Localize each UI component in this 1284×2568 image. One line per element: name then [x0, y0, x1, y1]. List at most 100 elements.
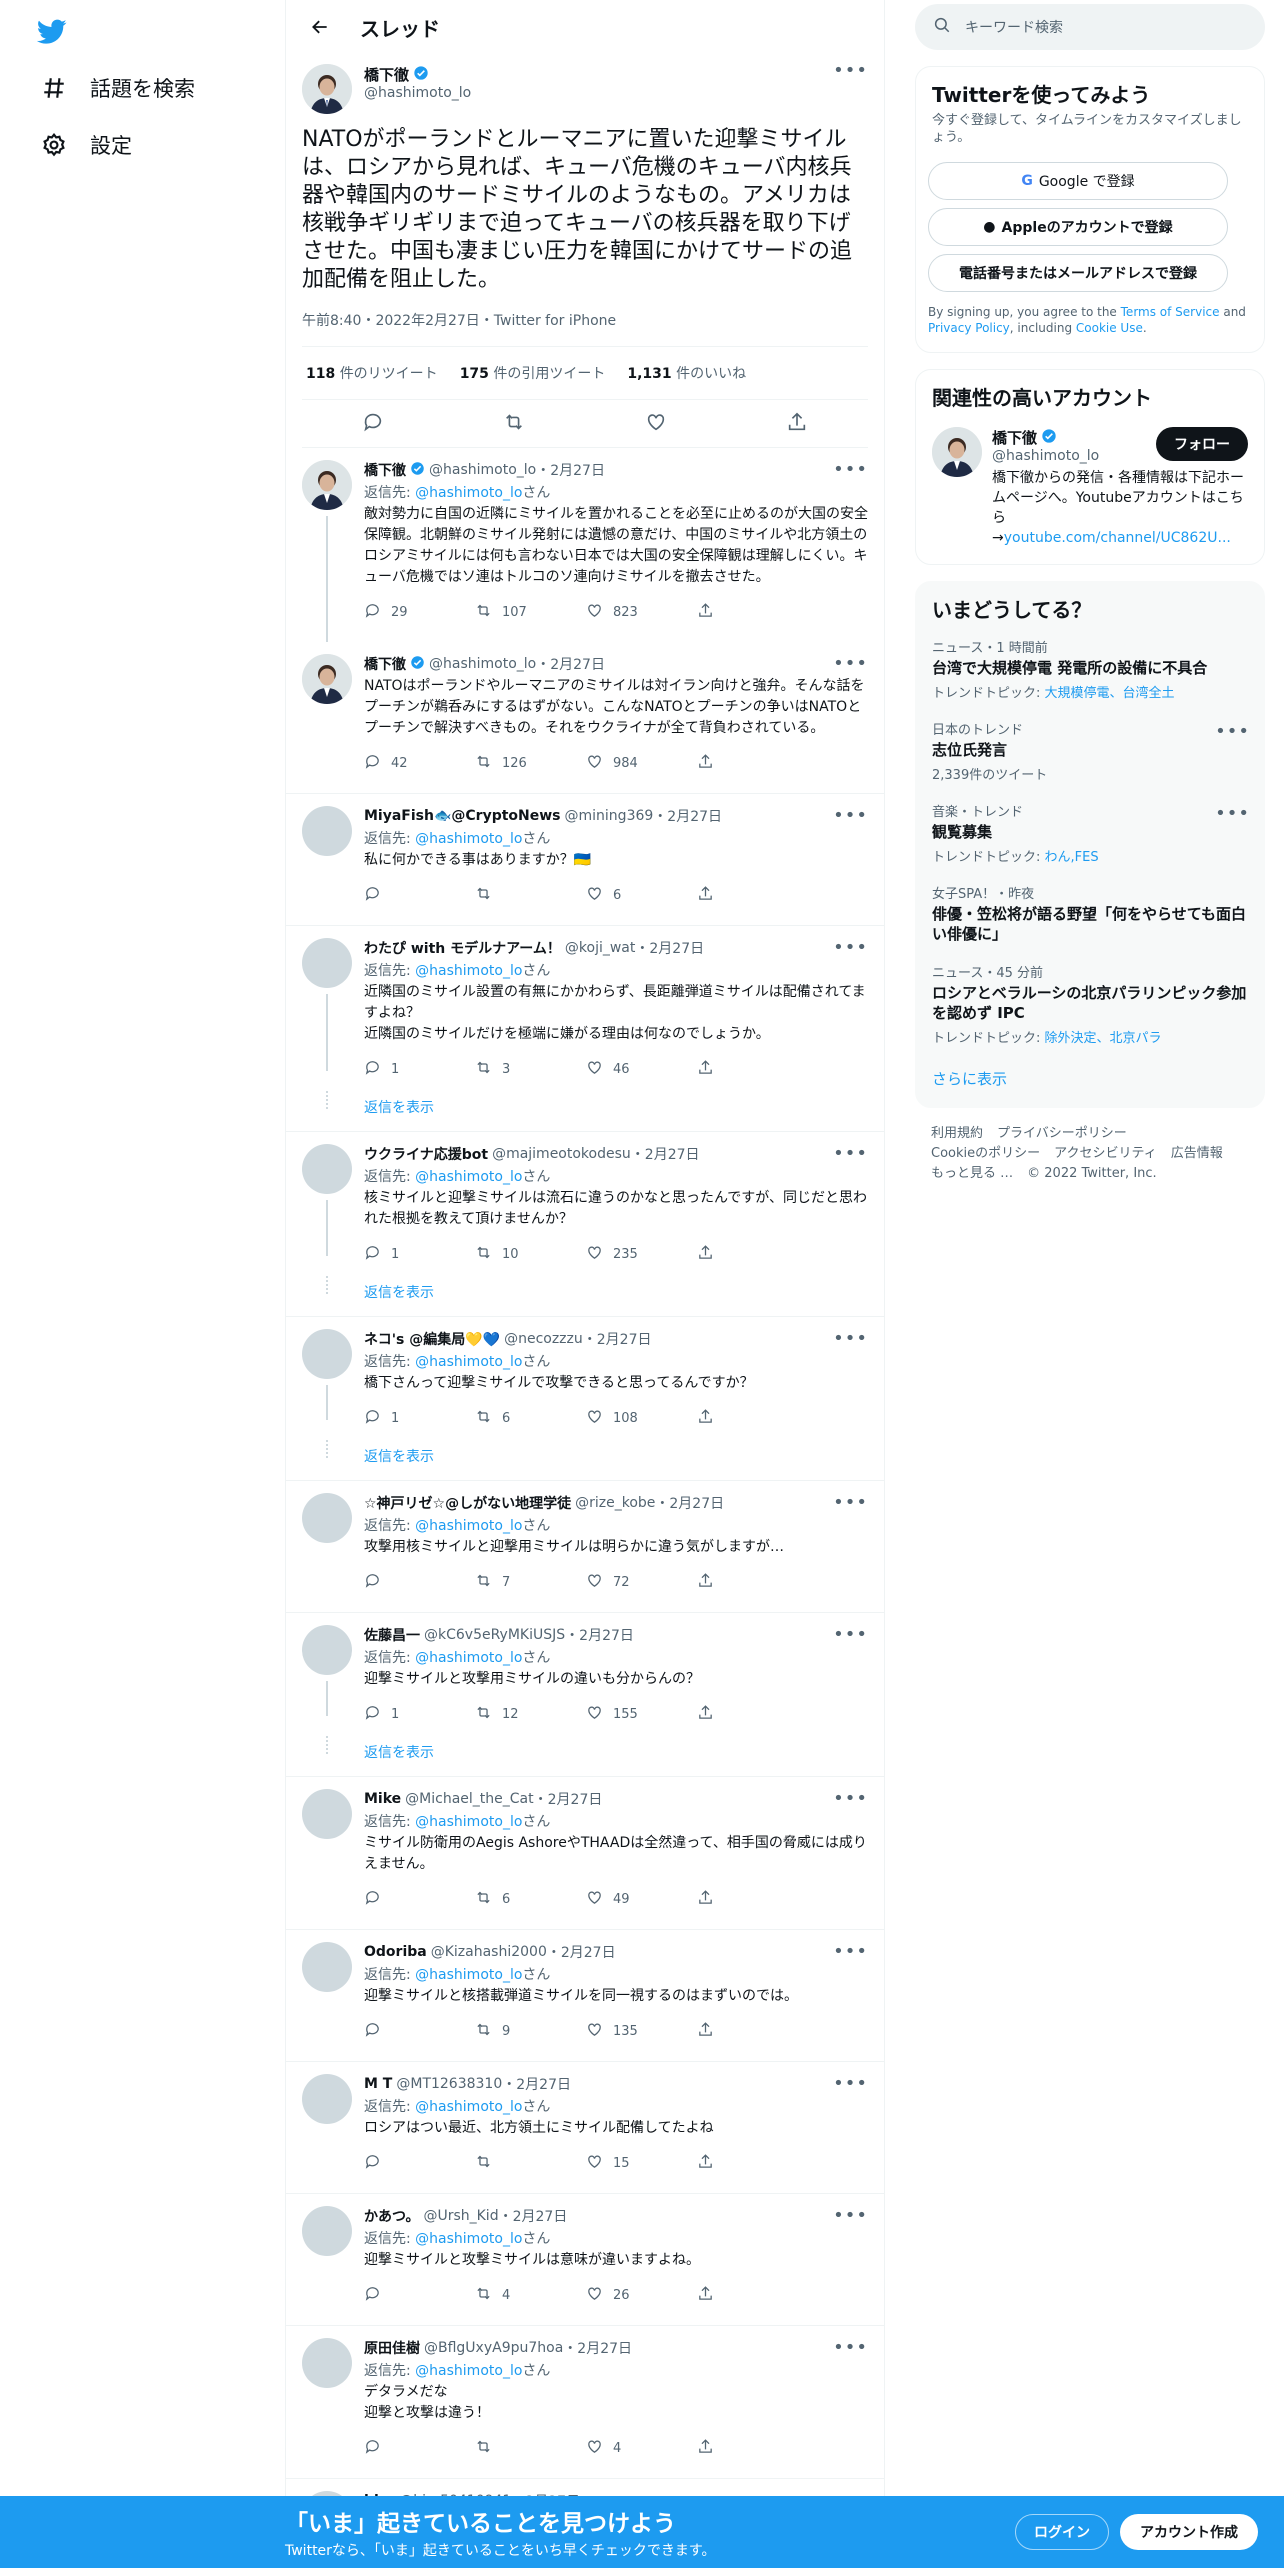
reply-tweet[interactable]: M T @MT12638310 ・2月27日 ••• 返信先: @hashimoto_l…	[286, 2062, 884, 2194]
like-button[interactable]: 6	[586, 885, 656, 906]
footer-accessibility[interactable]: アクセシビリティ	[1054, 1146, 1157, 1161]
search-box[interactable]: キーワード検索	[915, 4, 1265, 50]
terms-link[interactable]: Terms of Service	[1121, 305, 1220, 319]
related-avatar[interactable]	[932, 427, 982, 477]
reply-button[interactable]: 29	[364, 602, 434, 623]
signup-button[interactable]: アカウント作成	[1120, 2514, 1258, 2550]
phone-signup-button[interactable]: 電話番号またはメールアドレスで登録	[928, 254, 1228, 292]
share-button[interactable]	[697, 602, 724, 623]
google-signup-button[interactable]: G Google で登録	[928, 162, 1228, 200]
reply-button[interactable]	[364, 2285, 434, 2306]
reply-avatar[interactable]	[302, 2074, 352, 2124]
reply-to-link[interactable]: @hashimoto_lo	[415, 963, 522, 979]
reply-date[interactable]: ・2月27日	[635, 938, 704, 958]
share-button[interactable]	[697, 2285, 724, 2306]
more-options-icon[interactable]: •••	[825, 1494, 868, 1512]
reply-date[interactable]: ・2月27日	[631, 1144, 700, 1164]
more-options-icon[interactable]: •••	[1215, 805, 1250, 823]
share-button[interactable]	[697, 1408, 724, 1429]
reply-to-link[interactable]: @hashimoto_lo	[415, 2363, 522, 2379]
login-button[interactable]: ログイン	[1015, 2514, 1109, 2550]
like-button[interactable]: 155	[586, 1704, 656, 1725]
reply-button[interactable]	[364, 885, 434, 906]
like-button[interactable]: 46	[586, 1059, 656, 1080]
reply-to-link[interactable]: @hashimoto_lo	[415, 1967, 522, 1983]
like-button[interactable]: 49	[586, 1889, 656, 1910]
more-options-icon[interactable]: •••	[825, 2339, 868, 2357]
retweet-icon[interactable]	[503, 411, 525, 437]
show-replies-link[interactable]: 返信を表示	[364, 1734, 868, 1776]
reply-avatar[interactable]	[302, 460, 352, 510]
share-button[interactable]	[697, 1889, 724, 1910]
back-arrow-icon[interactable]	[302, 9, 338, 45]
search-input[interactable]: キーワード検索	[965, 17, 1063, 37]
retweet-stat[interactable]: 118 件のリツイート	[306, 363, 438, 383]
footer-ads[interactable]: 広告情報	[1171, 1146, 1223, 1161]
reply-to-link[interactable]: @hashimoto_lo	[415, 1518, 522, 1534]
reply-tweet[interactable]: ネコ's @編集局💛💙 @necozzzu ・2月27日 ••• 返信先: @hashi…	[286, 1317, 884, 1481]
show-more-link[interactable]: さらに表示	[916, 1054, 1264, 1107]
nav-explore[interactable]: 話題を検索	[28, 60, 207, 116]
retweet-button[interactable]: 9	[475, 2021, 545, 2042]
trend-item[interactable]: ニュース・45 分前 ロシアとベラルーシの北京パラリンピック参加を認めず IPC ト…	[916, 952, 1264, 1054]
reply-author-name[interactable]: 橋下徹	[364, 460, 406, 480]
retweet-button[interactable]: 107	[475, 602, 545, 623]
reply-button[interactable]: 42	[364, 753, 434, 774]
share-button[interactable]	[697, 2438, 724, 2459]
share-button[interactable]	[697, 1244, 724, 1265]
share-button[interactable]	[697, 1704, 724, 1725]
trend-item[interactable]: 音楽・トレンド 観覧募集 トレンドトピック: わん,FES •••	[916, 791, 1264, 873]
show-replies-link[interactable]: 返信を表示	[364, 1438, 868, 1480]
footer-privacy[interactable]: プライバシーポリシー	[997, 1126, 1127, 1141]
trend-topics-link[interactable]: わん,FES	[1045, 850, 1099, 865]
reply-author-name[interactable]: MiyaFish🐟@CryptoNews	[364, 808, 561, 824]
like-button[interactable]: 108	[586, 1408, 656, 1429]
reply-to-link[interactable]: @hashimoto_lo	[415, 2099, 522, 2115]
reply-to-link[interactable]: @hashimoto_lo	[415, 1650, 522, 1666]
like-button[interactable]: 4	[586, 2438, 656, 2459]
reply-tweet[interactable]: Mike @Michael_the_Cat ・2月27日 ••• 返信先: @hashi…	[286, 1777, 884, 1930]
reply-avatar[interactable]	[302, 1789, 352, 1839]
reply-to-link[interactable]: @hashimoto_lo	[415, 2231, 522, 2247]
reply-date[interactable]: ・2月27日	[547, 1942, 616, 1962]
trend-topics-link[interactable]: 大規模停電、台湾全土	[1045, 686, 1175, 701]
reply-date[interactable]: ・2月27日	[565, 1625, 634, 1645]
reply-avatar[interactable]	[302, 806, 352, 856]
reply-button[interactable]	[364, 1889, 434, 1910]
privacy-link[interactable]: Privacy Policy	[928, 321, 1010, 335]
more-options-icon[interactable]: •••	[825, 2207, 868, 2225]
reply-icon[interactable]	[362, 411, 384, 437]
share-button[interactable]	[697, 753, 724, 774]
reply-button[interactable]	[364, 2438, 434, 2459]
reply-tweet[interactable]: 橋下徹 @hashimoto_lo ・2月27日 ••• NATOはポーランドやルーマニ…	[286, 642, 884, 794]
trend-topics-link[interactable]: 除外決定、北京パラ	[1045, 1031, 1162, 1046]
reply-tweet[interactable]: ウクライナ応援bot @majimeotokodesu ・2月27日 ••• 返信先: …	[286, 1132, 884, 1317]
share-button[interactable]	[697, 885, 724, 906]
reply-avatar[interactable]	[302, 2338, 352, 2388]
like-button[interactable]: 823	[586, 602, 656, 623]
reply-date[interactable]: ・2月27日	[536, 460, 605, 480]
apple-signup-button[interactable]: ● Appleのアカウントで登録	[928, 208, 1228, 246]
trend-item[interactable]: ニュース・1 時間前 台湾で大規模停電 発電所の設備に不具合 トレンドトピック: 大…	[916, 627, 1264, 709]
reply-date[interactable]: ・2月27日	[653, 806, 722, 826]
reply-date[interactable]: ・2月27日	[534, 1789, 603, 1809]
related-name[interactable]: 橋下徹	[992, 427, 1037, 448]
retweet-button[interactable]: 7	[475, 1572, 545, 1593]
more-options-icon[interactable]: •••	[825, 1626, 868, 1644]
reply-date[interactable]: ・2月27日	[499, 2206, 568, 2226]
footer-terms[interactable]: 利用規約	[931, 1126, 983, 1141]
show-replies-link[interactable]: 返信を表示	[364, 1089, 868, 1131]
retweet-button[interactable]: 6	[475, 1889, 545, 1910]
reply-avatar[interactable]	[302, 1942, 352, 1992]
reply-date[interactable]: ・2月27日	[583, 1329, 652, 1349]
reply-date[interactable]: ・2月27日	[502, 2074, 571, 2094]
reply-author-name[interactable]: わたぴ with モデルナアーム！	[364, 938, 561, 958]
reply-avatar[interactable]	[302, 1329, 352, 1379]
reply-tweet[interactable]: かあつ。 @Ursh_Kid ・2月27日 ••• 返信先: @hashimoto_lo…	[286, 2194, 884, 2326]
retweet-button[interactable]: 126	[475, 753, 545, 774]
show-replies-link[interactable]: 返信を表示	[364, 1274, 868, 1316]
author-avatar[interactable]	[302, 64, 352, 114]
footer-more[interactable]: もっと見る …	[931, 1166, 1013, 1181]
trend-item[interactable]: 日本のトレンド 志位氏発言 2,339件のツイート •••	[916, 709, 1264, 791]
retweet-button[interactable]	[475, 2153, 545, 2174]
